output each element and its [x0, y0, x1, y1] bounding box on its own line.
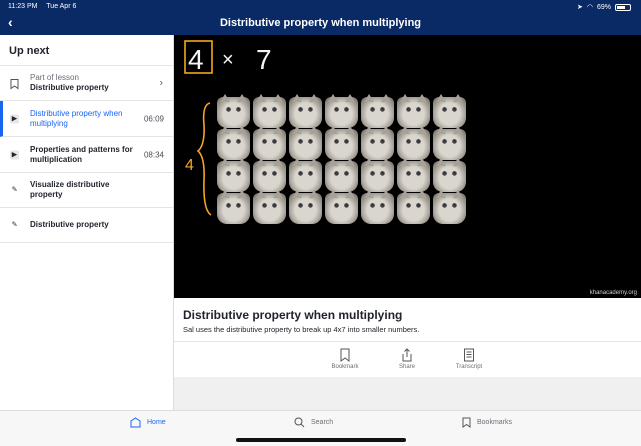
handwriting-side: 4 [185, 157, 194, 174]
pencil-icon: ✎ [11, 186, 18, 194]
cat-image [397, 158, 430, 192]
up-next-sidebar: Up next Part of lesson Distributive prop… [0, 35, 174, 410]
handwriting-rows: 4 [188, 44, 204, 75]
cat-image [217, 126, 250, 160]
cat-image [433, 94, 466, 128]
action-bar: Bookmark Share Transcript [174, 342, 641, 377]
home-icon [130, 417, 141, 428]
battery-icon [615, 3, 631, 11]
item-duration: 06:09 [143, 114, 164, 123]
transcript-icon [464, 348, 474, 362]
item-label: Distributive property when multiplying [30, 108, 123, 128]
pencil-icon: ✎ [11, 221, 18, 229]
cat-image [433, 126, 466, 160]
status-time: 11:23 PM [8, 3, 38, 10]
status-indicators: ➤ ◠ 69% [577, 3, 631, 11]
cat-image [433, 190, 466, 224]
video-description: Sal uses the distributive property to br… [183, 325, 420, 334]
item-label: Visualize distributive property [30, 180, 110, 199]
home-indicator[interactable] [236, 438, 406, 442]
sidebar-item-video[interactable]: ▶ Properties and patterns for multiplica… [0, 137, 173, 173]
handwriting-times: × [222, 49, 234, 71]
item-duration: 08:34 [143, 150, 164, 159]
bookmark-icon [340, 348, 350, 362]
tab-home-label: Home [147, 419, 166, 426]
tab-home[interactable]: Home [130, 417, 166, 428]
lesson-label: Distributive property [30, 83, 109, 92]
bookmark-label: Bookmark [331, 364, 359, 370]
tab-search[interactable]: Search [294, 417, 333, 428]
wifi-icon: ◠ [586, 4, 593, 11]
page-title: Distributive property when multiplying [219, 17, 422, 29]
video-info: Distributive property when multiplying S… [174, 298, 641, 342]
tab-bookmarks-label: Bookmarks [477, 419, 513, 426]
handwriting-cols: 7 [256, 44, 272, 75]
cat-image [397, 126, 430, 160]
cat-image [433, 158, 466, 192]
tab-search-label: Search [311, 419, 334, 426]
lesson-link[interactable]: Part of lesson Distributive property › [0, 66, 173, 101]
content-filler [174, 377, 641, 410]
chevron-right-icon: › [159, 77, 163, 89]
search-icon [294, 417, 305, 428]
cat-image [253, 126, 286, 160]
cat-image [289, 190, 322, 224]
share-label: Share [398, 364, 415, 370]
status-date: Tue Apr 6 [46, 3, 77, 10]
cat-image [289, 126, 322, 160]
status-bar: 11:23 PM Tue Apr 6 [8, 3, 83, 10]
bookmark-icon [462, 417, 471, 428]
cat-image [253, 190, 286, 224]
share-button[interactable]: Share [387, 348, 427, 370]
cat-image [325, 126, 358, 160]
sidebar-item-exercise[interactable]: ✎ Distributive property [0, 208, 173, 243]
location-icon: ➤ [577, 4, 583, 11]
bookmark-icon [10, 79, 19, 90]
cat-grid [217, 94, 466, 224]
video-player[interactable]: 4 × 7 4 khanacademy.org [174, 35, 641, 298]
transcript-label: Transcript [455, 364, 483, 370]
play-icon: ▶ [10, 114, 19, 123]
share-icon [402, 348, 412, 362]
cat-image [217, 94, 250, 128]
tab-bookmarks[interactable]: Bookmarks [462, 417, 512, 428]
cat-image [361, 158, 394, 192]
cat-image [361, 190, 394, 224]
top-bar: 11:23 PM Tue Apr 6 ➤ ◠ 69% ‹ Distributiv… [0, 0, 641, 35]
cat-image [253, 158, 286, 192]
cat-image [397, 94, 430, 128]
video-title: Distributive property when multiplying [183, 308, 403, 322]
item-label: Properties and patterns for multiplicati… [30, 144, 133, 164]
cat-image [397, 190, 430, 224]
cat-image [289, 94, 322, 128]
cat-image [325, 94, 358, 128]
cat-image [217, 190, 250, 224]
battery-percent: 69% [596, 3, 611, 11]
watermark: khanacademy.org [589, 290, 637, 296]
transcript-button[interactable]: Transcript [449, 348, 489, 370]
cat-image [217, 158, 250, 192]
cat-image [325, 158, 358, 192]
bookmark-button[interactable]: Bookmark [325, 348, 365, 370]
cat-image [289, 158, 322, 192]
cat-image [361, 126, 394, 160]
item-label: Distributive property [30, 220, 109, 229]
cat-image [253, 94, 286, 128]
sidebar-item-exercise[interactable]: ✎ Visualize distributive property [0, 173, 173, 208]
up-next-heading: Up next [0, 35, 173, 66]
lesson-sub-label: Part of lesson [30, 73, 79, 82]
cat-image [325, 190, 358, 224]
cat-image [361, 94, 394, 128]
play-icon: ▶ [10, 150, 19, 159]
sidebar-item-video-active[interactable]: ▶ Distributive property when multiplying… [0, 101, 173, 137]
